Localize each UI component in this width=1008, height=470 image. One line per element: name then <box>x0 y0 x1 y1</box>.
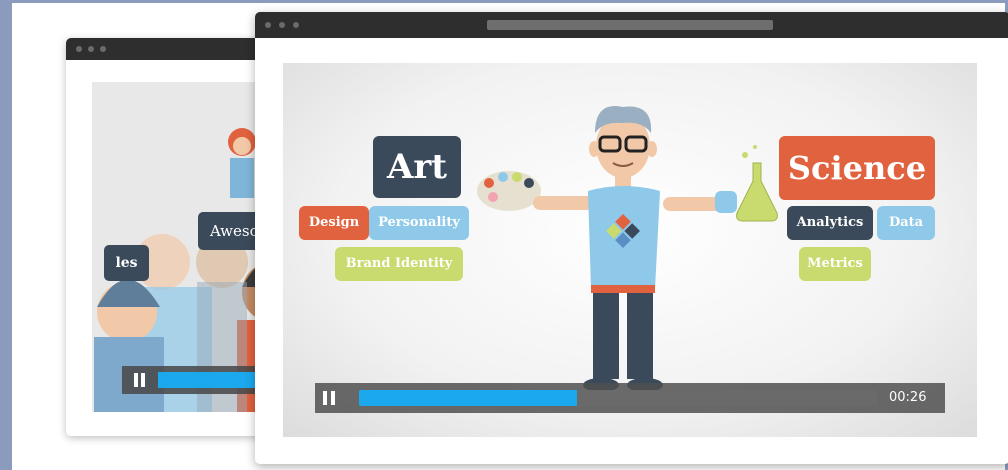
data-tag: Data <box>877 206 935 240</box>
window-dot-icon <box>265 22 271 28</box>
pause-icon[interactable] <box>134 373 148 387</box>
page-top-border <box>0 0 1008 3</box>
time-display: 00:26 <box>889 390 927 405</box>
window-dot-icon <box>279 22 285 28</box>
metrics-tag: Metrics <box>799 247 871 281</box>
front-window-titlebar <box>255 12 1008 38</box>
window-dot-icon <box>293 22 299 28</box>
art-bubble: Art <box>373 136 461 198</box>
page-left-border <box>0 0 12 470</box>
window-dot-icon <box>100 46 106 52</box>
window-dot-icon <box>76 46 82 52</box>
les-bubble: les <box>104 245 149 281</box>
personality-tag: Personality <box>369 206 469 240</box>
address-bar[interactable] <box>487 20 773 30</box>
window-dot-icon <box>88 46 94 52</box>
science-bubble: Science <box>779 136 935 200</box>
video-frame[interactable]: Art Science Design Personality Brand Ide… <box>283 63 977 437</box>
pause-icon[interactable] <box>323 391 337 405</box>
design-tag: Design <box>299 206 369 240</box>
brand-identity-tag: Brand Identity <box>335 247 463 281</box>
analytics-tag: Analytics <box>787 206 873 240</box>
front-browser-window: Art Science Design Personality Brand Ide… <box>255 12 1008 464</box>
progress-fill <box>359 390 577 406</box>
progress-track[interactable] <box>359 390 877 406</box>
video-player-controls: 00:26 <box>315 383 945 413</box>
